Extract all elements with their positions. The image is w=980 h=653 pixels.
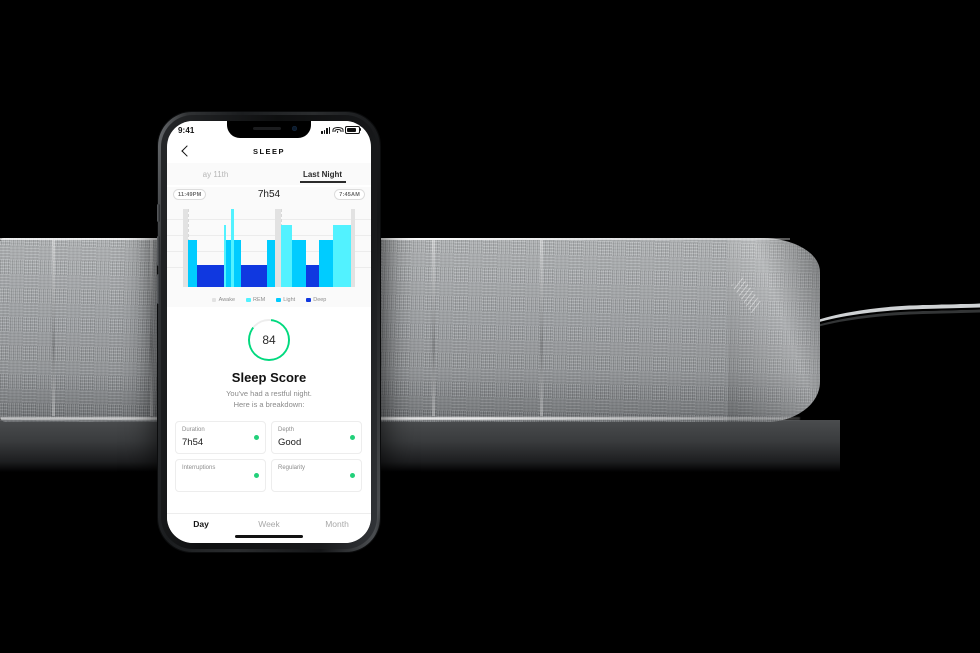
chart-bar-segment-light[interactable] [267, 240, 275, 287]
mat-seam [150, 240, 153, 416]
date-tab-last-night[interactable]: Last Night [274, 170, 371, 179]
date-tab-previous[interactable]: ay 11th [167, 170, 274, 179]
smartphone: 9:41 SLEEP ay 11th Last Night 11:49PM 7h… [157, 112, 380, 552]
mat-floor-shadow [0, 420, 840, 472]
chart-bars[interactable] [183, 209, 355, 287]
legend-item-deep: Deep [306, 297, 326, 303]
mat-seam [52, 240, 55, 416]
legend-label: REM [253, 297, 266, 303]
breakdown-card-grid: Duration 7h54 Depth Good Interruptions Regula… [175, 421, 363, 492]
navigation-bar: SLEEP [167, 139, 371, 163]
chart-bar-segment-rem[interactable] [333, 225, 351, 287]
chart-bar-segment-rem[interactable] [281, 225, 292, 287]
status-bar-indicators [321, 125, 362, 135]
chart-start-time: 11:49PM [173, 189, 207, 200]
earpiece-speaker-icon [253, 127, 281, 130]
mat-bottom-highlight [0, 417, 800, 420]
sleep-score-section: 84 Sleep Score You've had a restful nigh… [167, 307, 371, 410]
volume-down-button[interactable] [157, 274, 160, 304]
scene-root: 9:41 SLEEP ay 11th Last Night 11:49PM 7h… [0, 0, 980, 653]
status-dot-icon [350, 435, 355, 440]
score-ring: 84 [248, 319, 290, 361]
mat-fabric-surface [0, 238, 820, 422]
score-subtitle: You've had a restful night. Here is a br… [167, 389, 371, 410]
breakdown-card-interruptions[interactable]: Interruptions [175, 459, 266, 492]
breakdown-card-label: Depth [278, 427, 295, 433]
mat-seam [432, 240, 435, 416]
date-tab-bar: ay 11th Last Night [167, 163, 371, 185]
legend-item-rem: REM [246, 297, 265, 303]
legend-swatch-icon [246, 297, 251, 303]
chart-bar-segment-deep[interactable] [197, 265, 224, 287]
wifi-icon [332, 126, 343, 134]
home-indicator[interactable] [235, 535, 303, 538]
front-camera-icon [292, 126, 297, 131]
legend-swatch-icon [306, 297, 311, 303]
status-dot-icon [254, 473, 259, 478]
chevron-left-icon[interactable] [179, 144, 193, 158]
chart-bar-segment-deep[interactable] [241, 265, 267, 287]
sleep-stage-chart: 11:49PM 7h54 7:45AM Awake REM Light Deep [167, 187, 371, 307]
chart-header: 11:49PM 7h54 7:45AM [167, 187, 371, 205]
mat-seam [540, 240, 543, 416]
status-dot-icon [350, 473, 355, 478]
score-subtitle-line1: You've had a restful night. [226, 389, 312, 398]
battery-icon [345, 125, 362, 135]
legend-swatch-icon [276, 297, 281, 303]
chart-legend: Awake REM Light Deep [167, 297, 371, 303]
score-title: Sleep Score [231, 370, 307, 385]
legend-swatch-icon [211, 297, 217, 303]
breakdown-card-regularity[interactable]: Regularity [271, 459, 362, 492]
legend-label: Awake [218, 297, 236, 303]
legend-item-awake: Awake [211, 297, 236, 303]
breakdown-card-value: 7h54 [182, 437, 204, 448]
chart-bar-segment-light[interactable] [188, 240, 197, 287]
phone-screen: 9:41 SLEEP ay 11th Last Night 11:49PM 7h… [167, 121, 371, 543]
status-dot-icon [254, 435, 259, 440]
mat-top-highlight [0, 238, 790, 240]
chart-end-time: 7:45AM [334, 189, 365, 200]
cellular-signal-icon [321, 126, 330, 134]
chart-bar-segment-light[interactable] [319, 240, 333, 287]
breakdown-card-label: Interruptions [182, 465, 216, 471]
mat-rounded-corner [728, 238, 820, 422]
legend-label: Deep [313, 297, 327, 303]
breakdown-card-depth[interactable]: Depth Good [271, 421, 362, 454]
tab-month[interactable]: Month [303, 519, 371, 529]
notch [227, 121, 311, 138]
breakdown-card-label: Regularity [278, 465, 306, 471]
status-bar-time: 9:41 [178, 125, 195, 135]
chart-bar-segment-light[interactable] [234, 240, 241, 287]
chart-bar-segment-deep[interactable] [306, 265, 319, 287]
tab-day[interactable]: Day [167, 519, 235, 529]
chart-plot-area [167, 209, 371, 287]
breakdown-card-value: Good [278, 437, 302, 448]
volume-up-button[interactable] [157, 236, 160, 266]
sleep-tracking-mat [0, 238, 820, 422]
breakdown-card-duration[interactable]: Duration 7h54 [175, 421, 266, 454]
tab-week[interactable]: Week [235, 519, 303, 529]
chart-bar-segment-awake[interactable] [351, 209, 355, 287]
chart-bar-segment-light[interactable] [292, 240, 306, 287]
legend-item-light: Light [276, 297, 295, 303]
breakdown-card-label: Duration [182, 427, 205, 433]
bottom-tab-bar: Day Week Month [167, 513, 371, 543]
page-title: SLEEP [252, 146, 286, 156]
legend-label: Light [283, 297, 296, 303]
score-value: 84 [262, 333, 276, 347]
score-subtitle-line2: Here is a breakdown: [233, 399, 305, 409]
mute-switch[interactable] [157, 204, 160, 222]
